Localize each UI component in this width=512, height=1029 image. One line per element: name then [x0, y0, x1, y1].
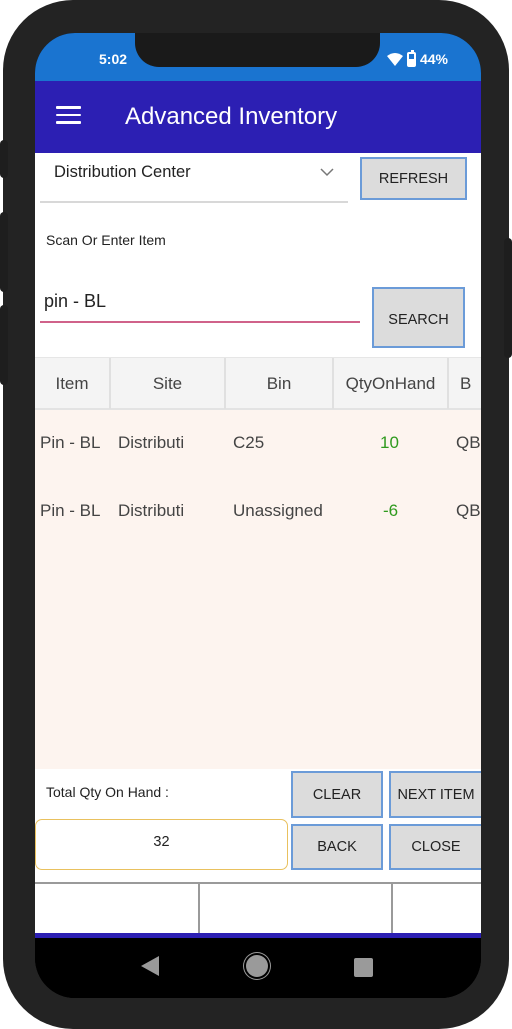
wifi-icon [386, 52, 403, 66]
bottom-tab-3[interactable] [393, 884, 481, 935]
cell-site: Distributi [118, 501, 185, 520]
nav-recents-icon[interactable] [354, 958, 373, 977]
main-content: Distribution Center REFRESH Scan Or Ente… [35, 153, 481, 935]
item-input[interactable] [40, 281, 360, 323]
side-button [0, 140, 8, 178]
table-row[interactable]: Pin - BL Distributi C25 10 QB [35, 433, 481, 493]
total-qty-label: Total Qty On Hand : [46, 784, 169, 800]
back-button[interactable]: BACK [291, 824, 383, 870]
status-icons: 44% [386, 49, 448, 67]
bottom-tab-bar [35, 882, 481, 935]
status-bar: 5:02 44% [35, 33, 481, 81]
cell-qty: 10 [380, 433, 399, 452]
clear-button[interactable]: CLEAR [291, 771, 383, 818]
cell-b: QB [456, 501, 481, 520]
table-row[interactable]: Pin - BL Distributi Unassigned -6 QB [35, 501, 481, 561]
bottom-tab-1[interactable] [35, 884, 200, 935]
cell-qty: -6 [383, 501, 399, 520]
search-button[interactable]: SEARCH [372, 287, 465, 348]
cell-bin: Unassigned [233, 501, 323, 520]
cell-b: QB [456, 433, 481, 452]
grid-header: Item Site Bin QtyOnHand B [35, 357, 481, 410]
grid-body: Pin - BL Distributi C25 10 QB Pin - BL D… [35, 410, 481, 769]
column-header-bin[interactable]: Bin [226, 358, 334, 409]
battery-percent: 44% [419, 51, 448, 67]
chevron-down-icon [320, 168, 334, 177]
cell-item: Pin - BL [40, 501, 101, 520]
menu-icon[interactable] [56, 106, 81, 124]
camera-notch [135, 33, 380, 67]
column-header-item[interactable]: Item [35, 358, 111, 409]
column-header-qtyonhand[interactable]: QtyOnHand [334, 358, 449, 409]
nav-back-icon[interactable] [141, 956, 159, 976]
app-bar: Advanced Inventory [35, 81, 481, 153]
refresh-button[interactable]: REFRESH [360, 157, 467, 200]
volume-down-button [0, 305, 8, 385]
system-nav-bar [35, 938, 481, 998]
site-dropdown[interactable]: Distribution Center [40, 153, 348, 203]
app-title: Advanced Inventory [125, 103, 338, 130]
power-button [504, 238, 512, 358]
battery-icon [406, 49, 416, 67]
screen: 5:02 44% Advanced Inventory Distribution… [35, 33, 481, 998]
bottom-tab-2[interactable] [200, 884, 393, 935]
total-qty-field: 32 [35, 819, 288, 870]
volume-up-button [0, 212, 8, 292]
nav-home-icon[interactable] [246, 955, 268, 977]
next-item-button[interactable]: NEXT ITEM [389, 771, 481, 818]
scan-item-label: Scan Or Enter Item [46, 232, 166, 248]
column-header-site[interactable]: Site [111, 358, 226, 409]
site-dropdown-value: Distribution Center [54, 163, 191, 181]
cell-site: Distributi [118, 433, 185, 452]
cell-bin: C25 [233, 433, 265, 452]
close-button[interactable]: CLOSE [389, 824, 481, 870]
status-time: 5:02 [99, 51, 128, 67]
column-header-b[interactable]: B [449, 358, 481, 409]
phone-frame: 5:02 44% Advanced Inventory Distribution… [0, 0, 512, 1029]
cell-item: Pin - BL [40, 433, 101, 452]
inventory-grid: Item Site Bin QtyOnHand B Pin - BL Distr… [35, 357, 481, 769]
